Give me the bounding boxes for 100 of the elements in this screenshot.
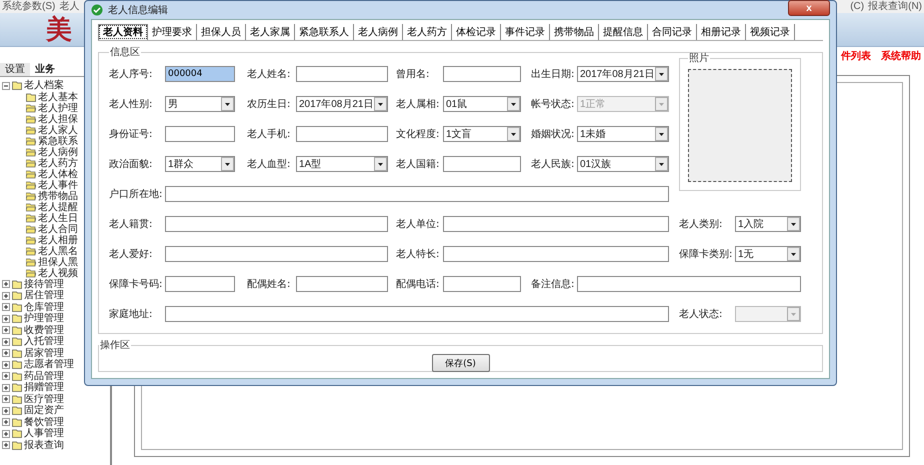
tree-item[interactable]: 居家管理 bbox=[24, 348, 64, 359]
tree-item[interactable]: 携带物品 bbox=[38, 190, 78, 202]
input-field[interactable] bbox=[165, 276, 235, 292]
field-label: 保障卡号码: bbox=[109, 278, 164, 291]
expand-icon[interactable] bbox=[2, 406, 10, 415]
input-field[interactable] bbox=[165, 216, 388, 232]
field-label: 婚姻状况: bbox=[531, 128, 576, 141]
expand-icon[interactable] bbox=[2, 360, 10, 369]
tree-item[interactable]: 老人基本 bbox=[38, 92, 78, 102]
tree-item[interactable]: 老人体检 bbox=[38, 168, 78, 180]
tree-item[interactable]: 老人护理 bbox=[38, 102, 78, 114]
tree-item[interactable]: 老人事件 bbox=[38, 180, 78, 190]
folder-icon bbox=[26, 236, 36, 244]
expand-icon[interactable] bbox=[2, 314, 10, 323]
tree-item[interactable]: 固定资产 bbox=[24, 405, 64, 416]
tree-item[interactable]: 入托管理 bbox=[24, 336, 64, 348]
field-label: 老人单位: bbox=[396, 218, 440, 231]
expand-icon[interactable] bbox=[2, 303, 10, 312]
field-label: 老人血型: bbox=[247, 158, 292, 171]
tree-item[interactable]: 老人视频 bbox=[38, 268, 78, 278]
expand-icon[interactable] bbox=[2, 280, 10, 288]
tree-item[interactable]: 医疗管理 bbox=[24, 394, 64, 405]
tree-item[interactable]: 紧急联系 bbox=[38, 136, 78, 146]
tree-item[interactable]: 接待管理 bbox=[24, 278, 64, 290]
tree-item[interactable]: 餐饮管理 bbox=[24, 416, 64, 428]
menu-item[interactable]: (C) bbox=[850, 0, 864, 13]
field-label: 身份证号: bbox=[109, 128, 154, 141]
tree-item[interactable]: 老人档案 bbox=[24, 80, 64, 92]
expand-icon[interactable] bbox=[2, 292, 10, 300]
expand-icon[interactable] bbox=[2, 326, 10, 334]
tab[interactable]: 老人资料 bbox=[98, 24, 148, 40]
dropdown[interactable]: 2017年08月21日 bbox=[296, 96, 388, 112]
tree-item[interactable]: 药品管理 bbox=[24, 370, 64, 382]
input-field[interactable] bbox=[296, 126, 388, 142]
folder-icon bbox=[26, 268, 36, 278]
input-field[interactable] bbox=[577, 276, 801, 292]
expand-icon[interactable] bbox=[2, 418, 10, 426]
input-field[interactable] bbox=[443, 246, 669, 262]
sidebar-tab[interactable]: 设置 bbox=[0, 63, 30, 76]
tree-item[interactable]: 老人合同 bbox=[38, 224, 78, 234]
dropdown[interactable]: 男 bbox=[165, 96, 235, 112]
dropdown[interactable]: 1未婚 bbox=[577, 126, 669, 142]
tree-item[interactable]: 护理管理 bbox=[24, 313, 64, 324]
tree-item[interactable]: 老人生日 bbox=[38, 212, 78, 224]
input-field[interactable] bbox=[296, 276, 388, 292]
tree-item[interactable]: 报表查询 bbox=[24, 440, 64, 451]
tree-item[interactable]: 老人家人 bbox=[38, 124, 78, 136]
input-field[interactable] bbox=[165, 126, 235, 142]
folder-icon bbox=[26, 136, 36, 146]
tree-item[interactable]: 捐赠管理 bbox=[24, 382, 64, 394]
expand-icon[interactable] bbox=[2, 372, 10, 380]
folder-icon bbox=[26, 158, 36, 168]
tree-item[interactable]: 老人药方 bbox=[38, 158, 78, 168]
menu-item[interactable]: 系统参数(S) bbox=[2, 0, 56, 13]
tree-item[interactable]: 老人病例 bbox=[38, 146, 78, 158]
dropdown[interactable]: 01鼠 bbox=[443, 96, 521, 112]
tree-item[interactable]: 老人提醒 bbox=[38, 202, 78, 212]
collapse-icon[interactable] bbox=[2, 82, 10, 90]
save-button[interactable]: 保存(S) bbox=[432, 354, 490, 372]
dropdown[interactable]: 1A型 bbox=[296, 156, 388, 172]
group-title: 操作区 bbox=[99, 339, 131, 352]
menu-item[interactable]: 老人 bbox=[59, 0, 80, 13]
folder-icon bbox=[26, 170, 36, 178]
input-field[interactable] bbox=[443, 276, 521, 292]
expand-icon[interactable] bbox=[2, 430, 10, 438]
tree-item[interactable]: 老人相册 bbox=[38, 234, 78, 246]
field-label: 老人爱好: bbox=[109, 248, 154, 261]
header-link[interactable]: 件列表 bbox=[841, 49, 871, 63]
tree-item[interactable]: 担保人黑 bbox=[38, 256, 78, 268]
dropdown[interactable]: 2017年08月21日 bbox=[577, 66, 669, 82]
input-field[interactable]: 000004 bbox=[165, 66, 235, 82]
expand-icon[interactable] bbox=[2, 441, 10, 450]
field-label: 曾用名: bbox=[396, 68, 430, 81]
expand-icon[interactable] bbox=[2, 395, 10, 404]
input-field[interactable] bbox=[165, 186, 669, 202]
tree-item[interactable]: 收费管理 bbox=[24, 324, 64, 336]
header-link[interactable]: 系统帮助 bbox=[881, 49, 921, 63]
dropdown[interactable]: 01汉族 bbox=[577, 156, 669, 172]
dropdown[interactable]: 1文盲 bbox=[443, 126, 521, 142]
tree-item[interactable]: 居住管理 bbox=[24, 290, 64, 302]
dropdown[interactable]: 1群众 bbox=[165, 156, 235, 172]
tree-item[interactable]: 人事管理 bbox=[24, 428, 64, 440]
tree-item[interactable]: 仓库管理 bbox=[24, 302, 64, 313]
close-button[interactable]: x bbox=[788, 0, 830, 16]
input-field[interactable] bbox=[165, 306, 669, 322]
tree-item[interactable]: 老人黑名 bbox=[38, 246, 78, 256]
folder-icon bbox=[26, 104, 36, 112]
input-field[interactable] bbox=[165, 246, 388, 262]
input-field[interactable] bbox=[296, 66, 388, 82]
expand-icon[interactable] bbox=[2, 338, 10, 346]
tree-item[interactable]: 老人担保 bbox=[38, 114, 78, 124]
input-field[interactable] bbox=[443, 216, 669, 232]
menu-item[interactable]: 报表查询(N) bbox=[868, 0, 922, 13]
expand-icon[interactable] bbox=[2, 384, 10, 392]
input-field[interactable] bbox=[443, 156, 521, 172]
input-field[interactable] bbox=[443, 66, 521, 82]
dropdown[interactable]: 1入院 bbox=[735, 216, 801, 232]
expand-icon[interactable] bbox=[2, 349, 10, 358]
tree-item[interactable]: 志愿者管理 bbox=[24, 359, 74, 370]
dropdown[interactable]: 1无 bbox=[735, 246, 801, 262]
